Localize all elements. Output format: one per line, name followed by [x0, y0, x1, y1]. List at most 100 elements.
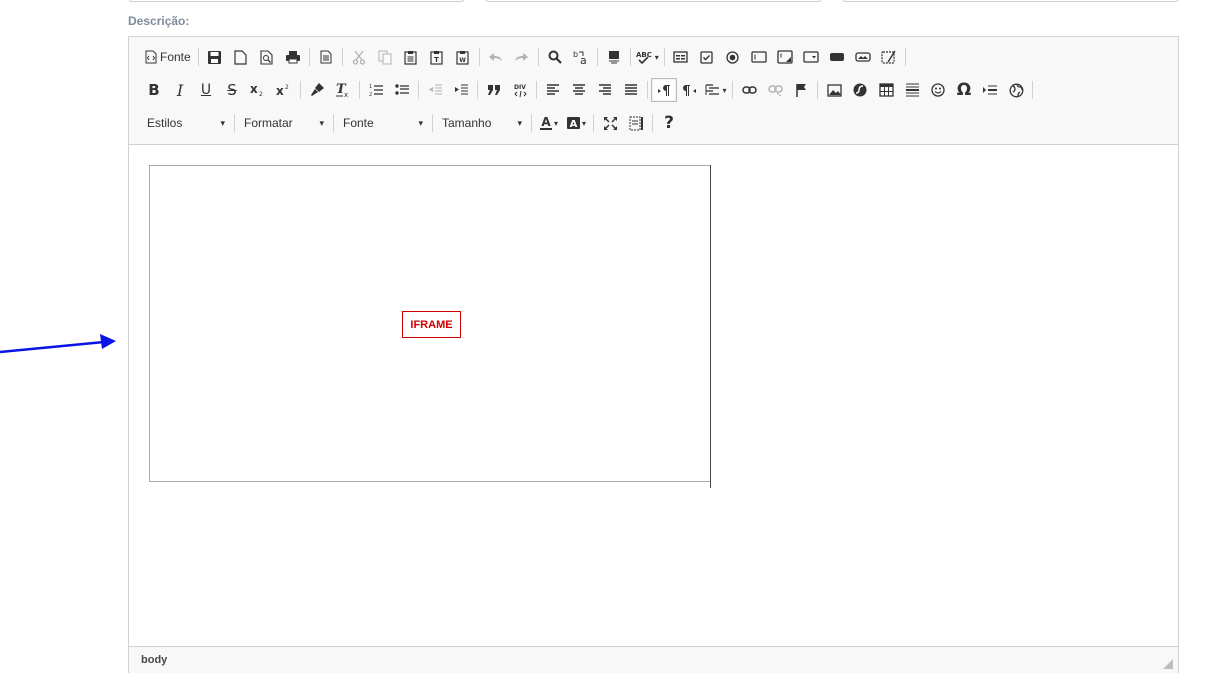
page-break-button[interactable] — [977, 78, 1003, 102]
align-right-button[interactable] — [592, 78, 618, 102]
select-field-button[interactable] — [798, 45, 824, 69]
paste-word-button[interactable]: W — [450, 45, 476, 69]
bulleted-list-button[interactable] — [389, 78, 415, 102]
superscript-button[interactable]: x2 — [271, 78, 297, 102]
select-all-button[interactable] — [601, 45, 627, 69]
copy-button[interactable] — [372, 45, 398, 69]
show-blocks-button[interactable] — [623, 111, 649, 135]
textfield-button[interactable] — [746, 45, 772, 69]
italic-button[interactable]: I — [167, 78, 193, 102]
text-color-button[interactable]: A ▾ — [535, 111, 562, 135]
print-button[interactable] — [280, 45, 306, 69]
rtl-button[interactable] — [677, 78, 703, 102]
numbered-list-button[interactable]: 12 — [363, 78, 389, 102]
smiley-icon — [931, 83, 945, 97]
select-icon — [803, 51, 819, 63]
iframe-placeholder-label: IFRAME — [402, 311, 461, 338]
rich-text-editor: Fonte T W ba ABC ▾ B I U S x 2 x 2 T x 1… — [128, 36, 1179, 673]
flash-button[interactable] — [847, 78, 873, 102]
image-button[interactable] — [821, 78, 847, 102]
chevron-down-icon: ▾ — [554, 118, 559, 128]
redo-button[interactable] — [509, 45, 535, 69]
help-button[interactable]: ? — [656, 111, 682, 135]
checkbox-button[interactable] — [694, 45, 720, 69]
text-color-icon: A — [540, 116, 552, 130]
source-button[interactable]: Fonte — [141, 45, 195, 69]
form-button-button[interactable] — [824, 45, 850, 69]
blockquote-button[interactable] — [481, 78, 507, 102]
horizontal-rule-icon — [905, 83, 919, 97]
styles-dropdown[interactable]: Estilos ▾ — [141, 111, 231, 135]
bg-color-button[interactable]: A ▾ — [562, 111, 590, 135]
iframe-icon — [1009, 83, 1023, 97]
form-button[interactable] — [668, 45, 694, 69]
subscript-button[interactable]: x2 — [245, 78, 271, 102]
underline-button[interactable]: U — [193, 78, 219, 102]
remove-format-button[interactable]: Tx — [330, 78, 356, 102]
iframe-button[interactable] — [1003, 78, 1029, 102]
align-left-button[interactable] — [540, 78, 566, 102]
find-button[interactable] — [542, 45, 568, 69]
unlink-button[interactable] — [762, 78, 788, 102]
outdent-button[interactable] — [422, 78, 448, 102]
templates-button[interactable] — [313, 45, 339, 69]
toolbar-row-2: B I U S x2 x2 Tx 12 DIV ▾ Ω — [141, 76, 1036, 104]
resize-handle-icon[interactable] — [1162, 658, 1174, 670]
element-path[interactable]: body — [141, 654, 167, 666]
editor-content[interactable]: IFRAME — [129, 145, 1178, 646]
maximize-button[interactable] — [597, 111, 623, 135]
copy-format-button[interactable] — [304, 78, 330, 102]
radio-button[interactable] — [720, 45, 746, 69]
superscript-icon: x2 — [276, 84, 289, 97]
paste-button[interactable] — [398, 45, 424, 69]
redo-icon — [515, 53, 529, 61]
textfield-icon — [751, 51, 767, 63]
source-icon — [145, 50, 157, 64]
link-icon — [741, 86, 757, 94]
align-right-icon — [599, 84, 611, 95]
chevron-down-icon: ▾ — [319, 117, 324, 128]
maximize-icon — [603, 116, 617, 130]
size-dropdown[interactable]: Tamanho ▾ — [436, 111, 528, 135]
replace-button[interactable]: ba — [568, 45, 594, 69]
textarea-button[interactable] — [772, 45, 798, 69]
save-button[interactable] — [202, 45, 228, 69]
preview-button[interactable] — [254, 45, 280, 69]
toolbar-separator — [593, 114, 595, 132]
top-input-2[interactable] — [485, 0, 822, 2]
chevron-down-icon: ▾ — [654, 52, 659, 62]
smiley-button[interactable] — [925, 78, 951, 102]
justify-button[interactable] — [618, 78, 644, 102]
subscript-icon: x2 — [250, 83, 263, 97]
ltr-button[interactable] — [651, 78, 677, 102]
embedded-iframe[interactable]: IFRAME — [149, 165, 711, 482]
hidden-field-button[interactable] — [876, 45, 902, 69]
spellcheck-button[interactable]: ABC ▾ — [634, 45, 661, 69]
size-label: Tamanho — [442, 116, 492, 130]
special-char-button[interactable]: Ω — [951, 78, 977, 102]
link-button[interactable] — [736, 78, 762, 102]
paste-text-button[interactable]: T — [424, 45, 450, 69]
align-center-button[interactable] — [566, 78, 592, 102]
div-button[interactable]: DIV — [507, 78, 533, 102]
cut-button[interactable] — [346, 45, 372, 69]
image-button-button[interactable] — [850, 45, 876, 69]
top-input-3[interactable] — [842, 0, 1179, 2]
font-dropdown[interactable]: Fonte ▾ — [337, 111, 429, 135]
indent-button[interactable] — [448, 78, 474, 102]
language-button[interactable]: ▾ — [703, 78, 729, 102]
select-all-icon — [608, 50, 619, 63]
bold-button[interactable]: B — [141, 78, 167, 102]
rtl-icon — [683, 84, 696, 96]
anchor-button[interactable] — [788, 78, 814, 102]
horizontal-rule-button[interactable] — [899, 78, 925, 102]
toolbar-separator — [1032, 81, 1033, 99]
strikethrough-button[interactable]: S — [219, 78, 245, 102]
bg-color-icon: A — [567, 117, 581, 130]
editor-toolbar: Fonte T W ba ABC ▾ B I U S x 2 x 2 T x 1… — [129, 37, 1178, 145]
new-page-button[interactable] — [228, 45, 254, 69]
top-input-1[interactable] — [128, 0, 465, 2]
format-dropdown[interactable]: Formatar ▾ — [238, 111, 330, 135]
undo-button[interactable] — [483, 45, 509, 69]
table-button[interactable] — [873, 78, 899, 102]
